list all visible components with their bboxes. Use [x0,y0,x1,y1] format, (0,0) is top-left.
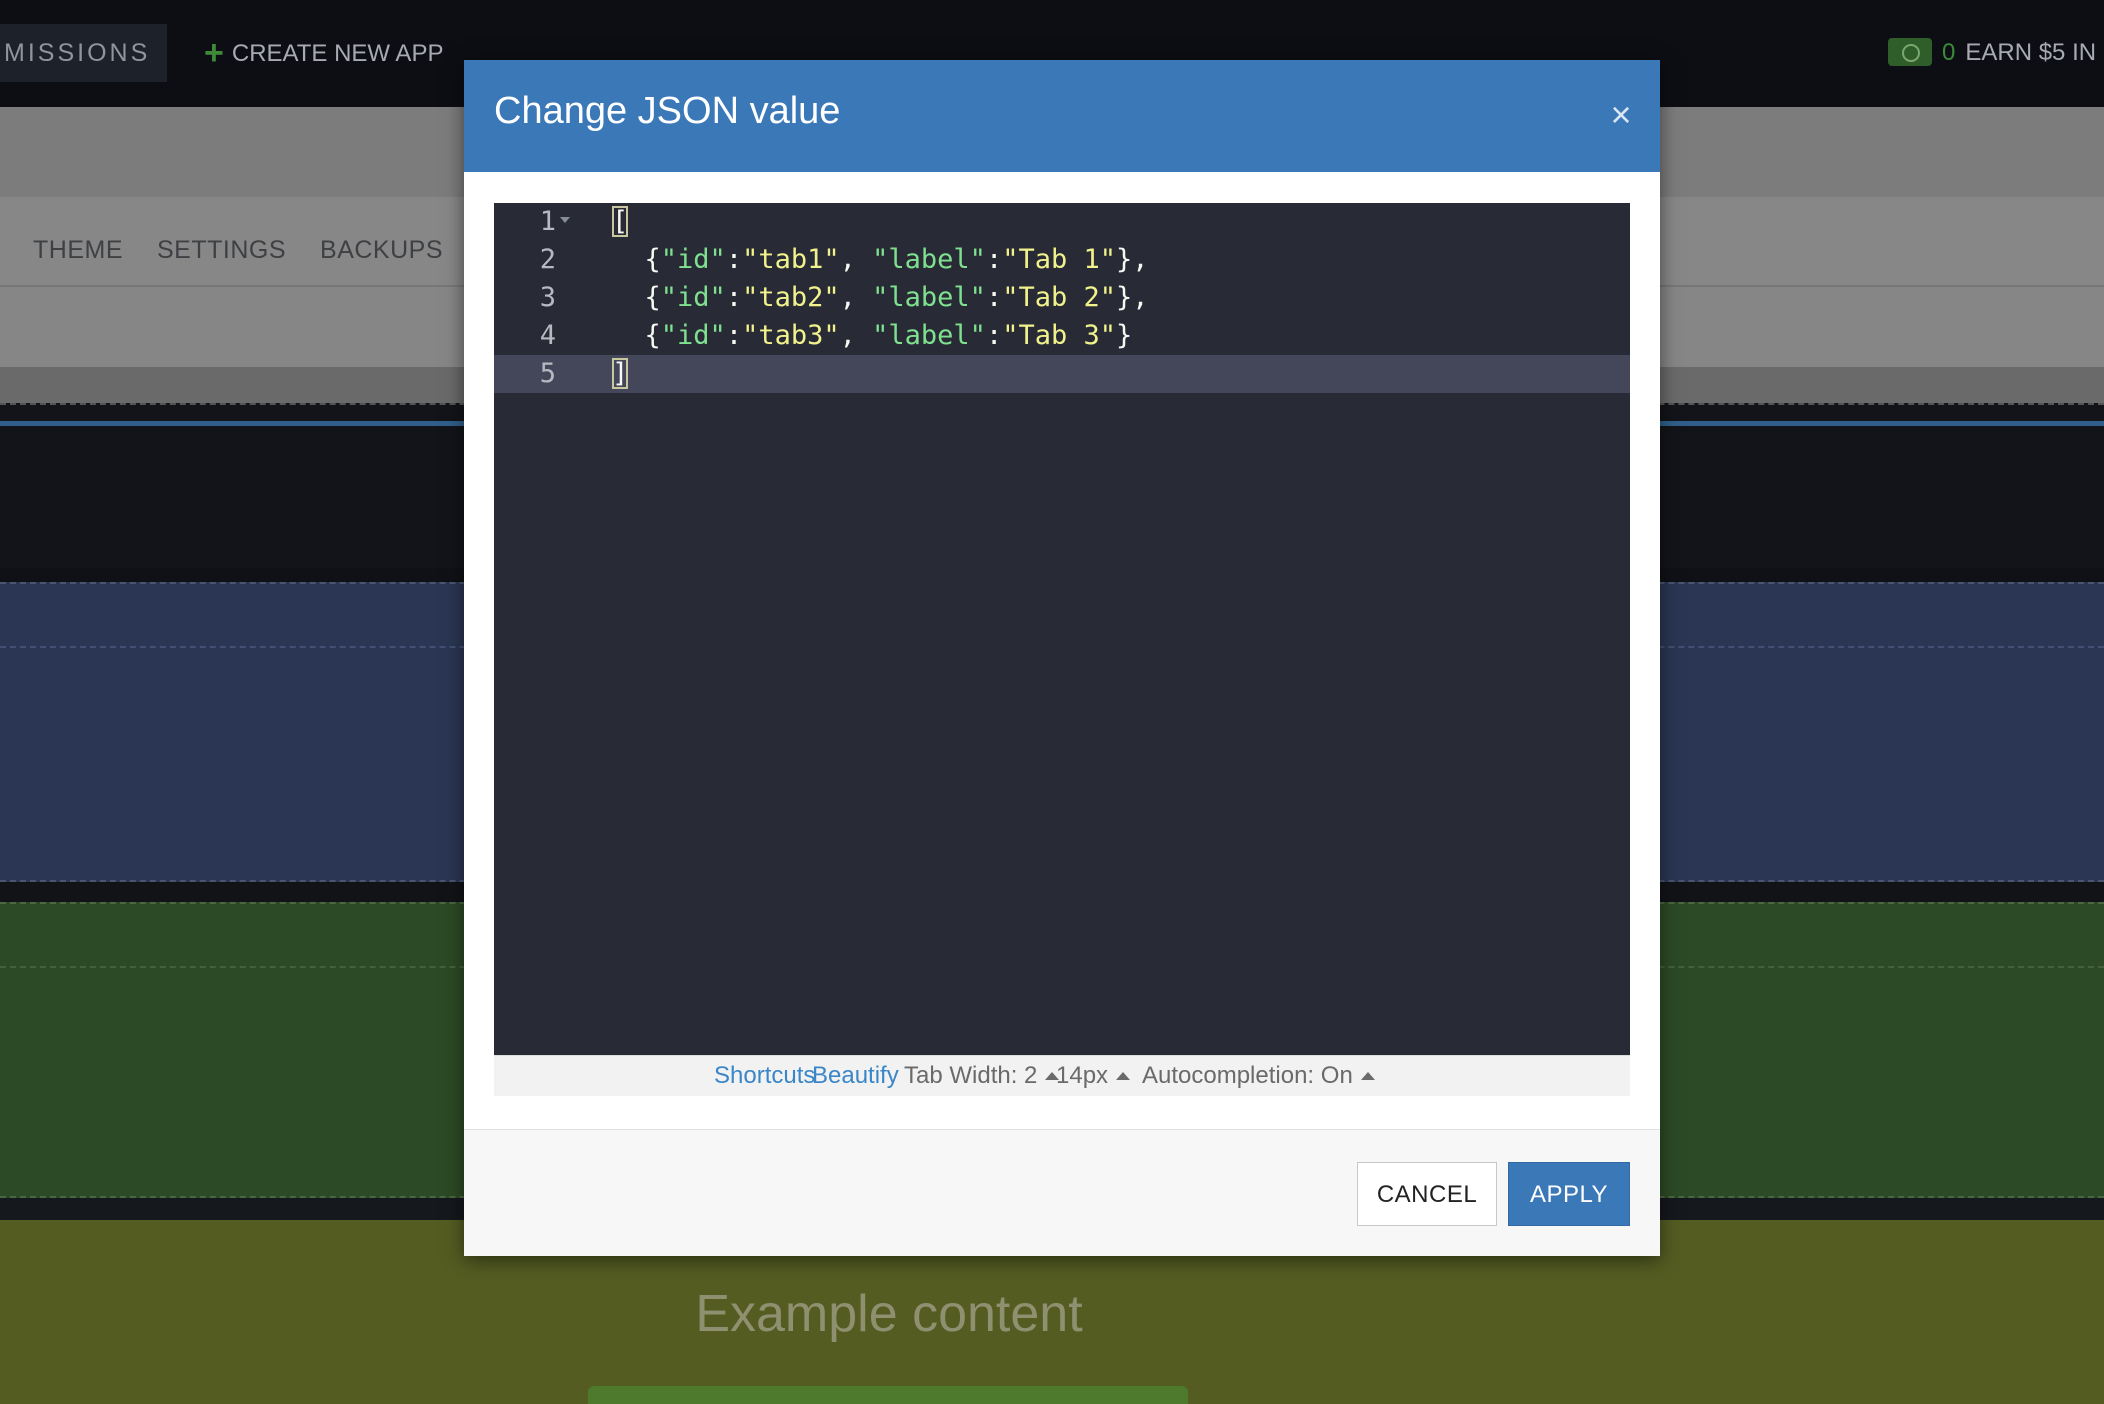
subnav: THEME SETTINGS BACKUPS [33,236,443,265]
editor-status-bar: Shortcuts Beautify Tab Width: 2 14px Aut… [494,1055,1630,1096]
autocompletion-select[interactable]: Autocompletion: On [1142,1056,1375,1096]
line-number: 4 [539,320,556,351]
code-line-4: {"id":"tab3", "label":"Tab 3"} [612,320,1133,351]
shortcuts-link[interactable]: Shortcuts [714,1056,815,1096]
modal-header: Change JSON value × [464,60,1660,172]
code-line-2: {"id":"tab1", "label":"Tab 1"}, [612,244,1149,275]
editor-line-active: 5 ] [494,355,1630,393]
create-new-app-label: CREATE NEW APP [231,40,444,67]
code-line-5: ] [612,355,629,393]
line-number: 5 [539,358,556,389]
editor-line: 3 {"id":"tab2", "label":"Tab 2"}, [494,279,1630,317]
code-line-1: [ [612,203,629,241]
editor-line: 1 [ [494,203,1630,241]
code-line-3: {"id":"tab2", "label":"Tab 2"}, [612,282,1149,313]
tab-label-value: "Tab 1" [1002,244,1116,275]
subnav-settings[interactable]: SETTINGS [157,236,286,265]
editor-line: 2 {"id":"tab1", "label":"Tab 1"}, [494,241,1630,279]
bracket-close: ] [612,358,629,389]
line-number: 2 [539,244,556,275]
fold-arrow-icon[interactable] [560,217,570,223]
bracket-open: [ [612,206,629,237]
earn-credits-link[interactable]: 0 EARN $5 IN C [1888,34,2104,72]
tab-id-value: "tab2" [742,282,840,313]
tab-label-value: "Tab 3" [1002,320,1116,351]
caret-up-icon [1360,1072,1375,1080]
tab-id-value: "tab1" [742,244,840,275]
caret-up-icon [1116,1072,1131,1080]
canvas-green-button [588,1386,1188,1404]
line-number: 1 [539,206,556,237]
json-code-editor[interactable]: 1 [ 2 {"id":"tab1", "label":"Tab 1"}, 3 … [494,203,1630,1055]
tab-width-label: Tab Width: 2 [904,1062,1038,1089]
earn-count: 0 [1942,39,1956,66]
tab-id-value: "tab3" [742,320,840,351]
autocompletion-label: Autocompletion: On [1142,1062,1353,1089]
font-size-label: 14px [1056,1062,1109,1089]
tab-label-value: "Tab 2" [1002,282,1116,313]
modal-title: Change JSON value [494,90,841,132]
tab-width-select[interactable]: Tab Width: 2 [904,1056,1060,1096]
subnav-backups[interactable]: BACKUPS [320,236,443,265]
line-number: 3 [539,282,556,313]
apply-button[interactable]: APPLY [1508,1162,1630,1226]
close-icon[interactable]: × [1604,97,1638,133]
create-new-app-button[interactable]: + CREATE NEW APP [204,34,443,73]
plus-icon: + [204,34,224,72]
font-size-select[interactable]: 14px [1056,1056,1131,1096]
change-json-modal: Change JSON value × 1 [ 2 {"id":"tab1", … [464,60,1660,1256]
earn-label: EARN $5 IN C [1965,39,2104,66]
example-content-heading: Example content [695,1285,1083,1343]
editor-line: 4 {"id":"tab3", "label":"Tab 3"} [494,317,1630,355]
nav-missions-tab[interactable]: MISSIONS [0,24,167,82]
cash-icon [1888,38,1932,66]
subnav-theme[interactable]: THEME [33,236,123,265]
cancel-button[interactable]: CANCEL [1357,1162,1497,1226]
beautify-link[interactable]: Beautify [812,1056,899,1096]
